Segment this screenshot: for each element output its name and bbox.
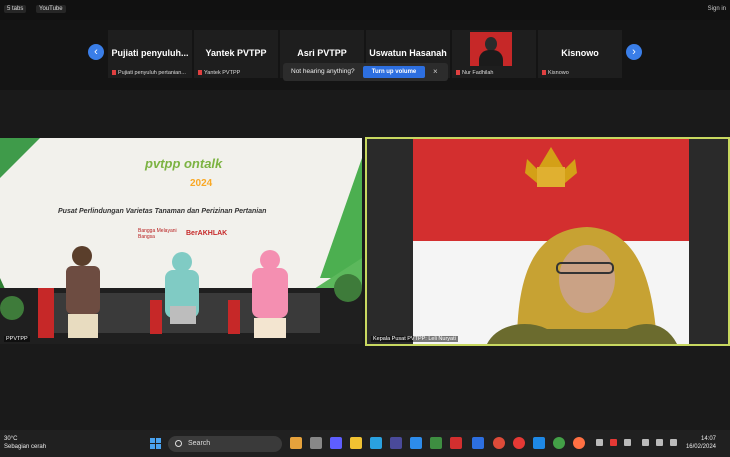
- task-view-icon[interactable]: [310, 437, 322, 449]
- banner-title: pvtpp ontalk: [145, 156, 223, 171]
- search-icon: [175, 440, 182, 447]
- weather-desc: Sebagian cerah: [4, 444, 47, 450]
- browser-bar: 5 tabs YouTube Sign in: [0, 0, 730, 20]
- turn-up-volume-button[interactable]: Turn up volume: [363, 66, 425, 78]
- taskbar: 30°C Sebagian cerah Search 14:07 16/02/2…: [0, 430, 730, 457]
- battery-icon[interactable]: [670, 439, 677, 446]
- edge-icon[interactable]: [370, 437, 382, 449]
- teams-icon[interactable]: [330, 437, 342, 449]
- clock-time: 14:07: [700, 436, 716, 442]
- tray-icon[interactable]: [610, 439, 617, 446]
- windows-start-icon[interactable]: [150, 438, 162, 450]
- app-icon[interactable]: [430, 437, 442, 449]
- volume-icon[interactable]: [656, 439, 663, 446]
- participant-name: Pujiati penyuluh...: [111, 48, 189, 58]
- weather-temp: 30°C: [4, 436, 18, 442]
- tab-youtube[interactable]: YouTube: [36, 5, 66, 13]
- close-icon[interactable]: ×: [433, 67, 438, 76]
- participant-name: Yantek PVTPP: [205, 48, 267, 58]
- clock-date: 16/02/2024: [685, 444, 716, 450]
- mic-muted-icon: [542, 70, 546, 76]
- participant-photo: [470, 32, 512, 66]
- participant-tile[interactable]: Pujiati penyuluh... Pujiati penyuluh per…: [108, 30, 192, 78]
- chevron-up-icon[interactable]: [596, 439, 603, 446]
- banner-slogan: Bangga Melayani Bangsa: [138, 228, 177, 240]
- participant-label: Nur Fadhilah: [456, 70, 534, 76]
- zoom-icon[interactable]: [472, 437, 484, 449]
- signin-link[interactable]: Sign in: [708, 6, 726, 12]
- participant-tile[interactable]: Kisnowo Kisnowo: [538, 30, 622, 78]
- participant-name: Asri PVTPP: [297, 48, 347, 58]
- banner-subtitle: Pusat Perlindungan Varietas Tanaman dan …: [58, 208, 267, 215]
- store-icon[interactable]: [390, 437, 402, 449]
- wifi-icon[interactable]: [642, 439, 649, 446]
- mic-muted-icon: [198, 70, 202, 76]
- taskbar-search[interactable]: Search: [168, 436, 282, 452]
- banner-year: 2024: [190, 178, 213, 189]
- app-icon[interactable]: [573, 437, 585, 449]
- next-page-button[interactable]: ›: [626, 44, 642, 60]
- audio-toast: Not hearing anything? Turn up volume ×: [283, 63, 448, 81]
- word-icon[interactable]: [533, 437, 545, 449]
- prev-page-button[interactable]: ‹: [88, 44, 104, 60]
- participant-label: Yantek PVTPP: [198, 70, 276, 76]
- toast-message: Not hearing anything?: [291, 68, 355, 75]
- app-icon[interactable]: [450, 437, 462, 449]
- weather-widget[interactable]: 30°C Sebagian cerah: [4, 435, 46, 451]
- taskbar-clock[interactable]: 14:07 16/02/2024: [686, 435, 716, 451]
- mic-muted-icon: [112, 70, 116, 76]
- app-icon[interactable]: [410, 437, 422, 449]
- participant-label: Pujiati penyuluh pertanian...: [112, 70, 190, 76]
- app-icon[interactable]: [290, 437, 302, 449]
- video-label: Kepala Pusat PVTPP: Leli Nuryati: [371, 336, 458, 342]
- video-feed-speaker[interactable]: Kepala Pusat PVTPP: Leli Nuryati: [365, 137, 730, 346]
- tab-label[interactable]: 5 tabs: [4, 5, 27, 13]
- participant-name: Uswatun Hasanah: [369, 48, 447, 58]
- chrome-icon[interactable]: [493, 437, 505, 449]
- video-label: PPVTPP: [4, 336, 30, 342]
- participant-name: Kisnowo: [561, 48, 599, 58]
- participant-tile[interactable]: Yantek PVTPP Yantek PVTPP: [194, 30, 278, 78]
- tray-icon[interactable]: [624, 439, 631, 446]
- banner-slogan-berakhlak: BerAKHLAK: [186, 230, 228, 237]
- file-explorer-icon[interactable]: [350, 437, 362, 449]
- participant-label: Kisnowo: [542, 70, 620, 76]
- app-icon[interactable]: [553, 437, 565, 449]
- opera-icon[interactable]: [513, 437, 525, 449]
- mic-muted-icon: [456, 70, 460, 76]
- speaker-scene: [367, 139, 728, 344]
- video-feed-studio[interactable]: pvtpp ontalk 2024 Pusat Perlindungan Var…: [0, 138, 362, 344]
